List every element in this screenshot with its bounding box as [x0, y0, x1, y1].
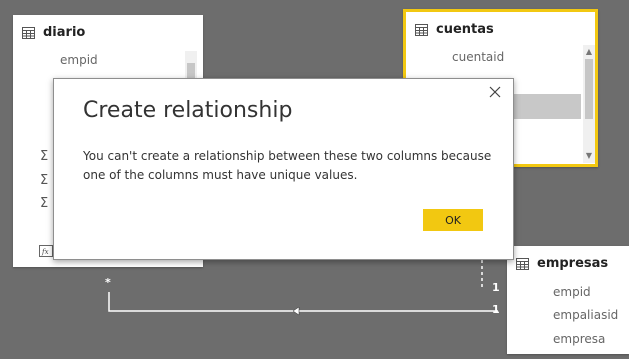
dialog-title: Create relationship [83, 98, 293, 123]
cardinality-one: 1 [492, 303, 500, 316]
ok-button[interactable]: OK [423, 209, 483, 231]
dialog-message: You can't create a relationship between … [83, 149, 492, 182]
create-relationship-dialog: Create relationship You can't create a r… [53, 78, 514, 260]
arrow-left-icon [292, 306, 300, 316]
close-icon[interactable] [487, 84, 503, 100]
cardinality-many: * [105, 276, 111, 289]
cardinality-one: 1 [492, 281, 500, 294]
